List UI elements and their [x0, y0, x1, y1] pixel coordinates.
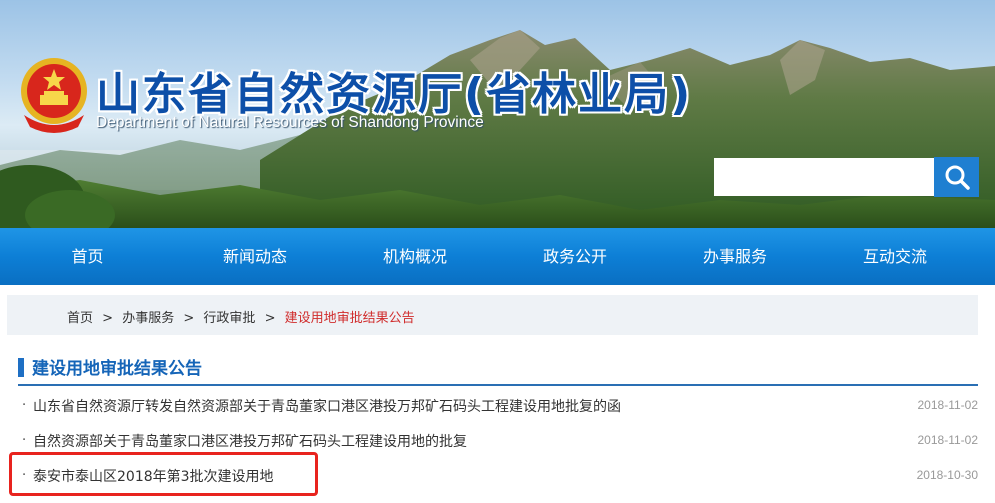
breadcrumb-services[interactable]: 办事服务: [122, 311, 174, 326]
breadcrumb: 首页 > 办事服务 > 行政审批 > 建设用地审批结果公告: [7, 295, 978, 335]
breadcrumb-separator: >: [264, 311, 276, 326]
list-item-link[interactable]: 山东省自然资源厅转发自然资源部关于青岛董家口港区港投万邦矿石码头工程建设用地批复…: [33, 396, 621, 416]
header-banner: 山东省自然资源厅(省林业局) Department of Natural Res…: [0, 0, 995, 228]
breadcrumb-separator: >: [102, 311, 114, 326]
list-item-link[interactable]: 自然资源部关于青岛董家口港区港投万邦矿石码头工程建设用地的批复: [33, 431, 467, 451]
breadcrumb-current[interactable]: 建设用地审批结果公告: [285, 311, 415, 326]
search-input[interactable]: [714, 158, 935, 196]
nav-item-home[interactable]: 首页: [0, 228, 175, 285]
nav-item-interaction[interactable]: 互动交流: [815, 228, 975, 285]
bullet-icon: ·: [22, 433, 27, 448]
list-item-date: 2018-11-02: [917, 398, 979, 412]
nav-item-news[interactable]: 新闻动态: [175, 228, 335, 285]
nav-item-services[interactable]: 办事服务: [655, 228, 815, 285]
site-subtitle: Department of Natural Resources of Shand…: [96, 114, 484, 131]
list-item-date: 2018-10-30: [916, 468, 978, 482]
national-emblem-icon: [21, 58, 87, 133]
breadcrumb-separator: >: [183, 311, 195, 326]
section-title: 建设用地审批结果公告: [32, 359, 202, 379]
list-item: · 山东省自然资源厅转发自然资源部关于青岛董家口港区港投万邦矿石码头工程建设用地…: [18, 390, 978, 425]
section-header: 建设用地审批结果公告: [18, 352, 978, 386]
main-nav: 首页 新闻动态 机构概况 政务公开 办事服务 互动交流: [0, 228, 995, 285]
nav-item-government-affairs[interactable]: 政务公开: [495, 228, 655, 285]
bullet-icon: ·: [22, 398, 27, 413]
list-item-date: 2018-11-02: [917, 433, 979, 447]
breadcrumb-home[interactable]: 首页: [67, 311, 93, 326]
search-icon: [945, 165, 970, 190]
highlight-box: [9, 452, 318, 496]
breadcrumb-admin-approval[interactable]: 行政审批: [203, 311, 255, 326]
section-marker: [18, 358, 24, 377]
search-button[interactable]: [934, 157, 979, 197]
nav-item-organization[interactable]: 机构概况: [335, 228, 495, 285]
site-title: 山东省自然资源厅(省林业局): [96, 69, 693, 120]
